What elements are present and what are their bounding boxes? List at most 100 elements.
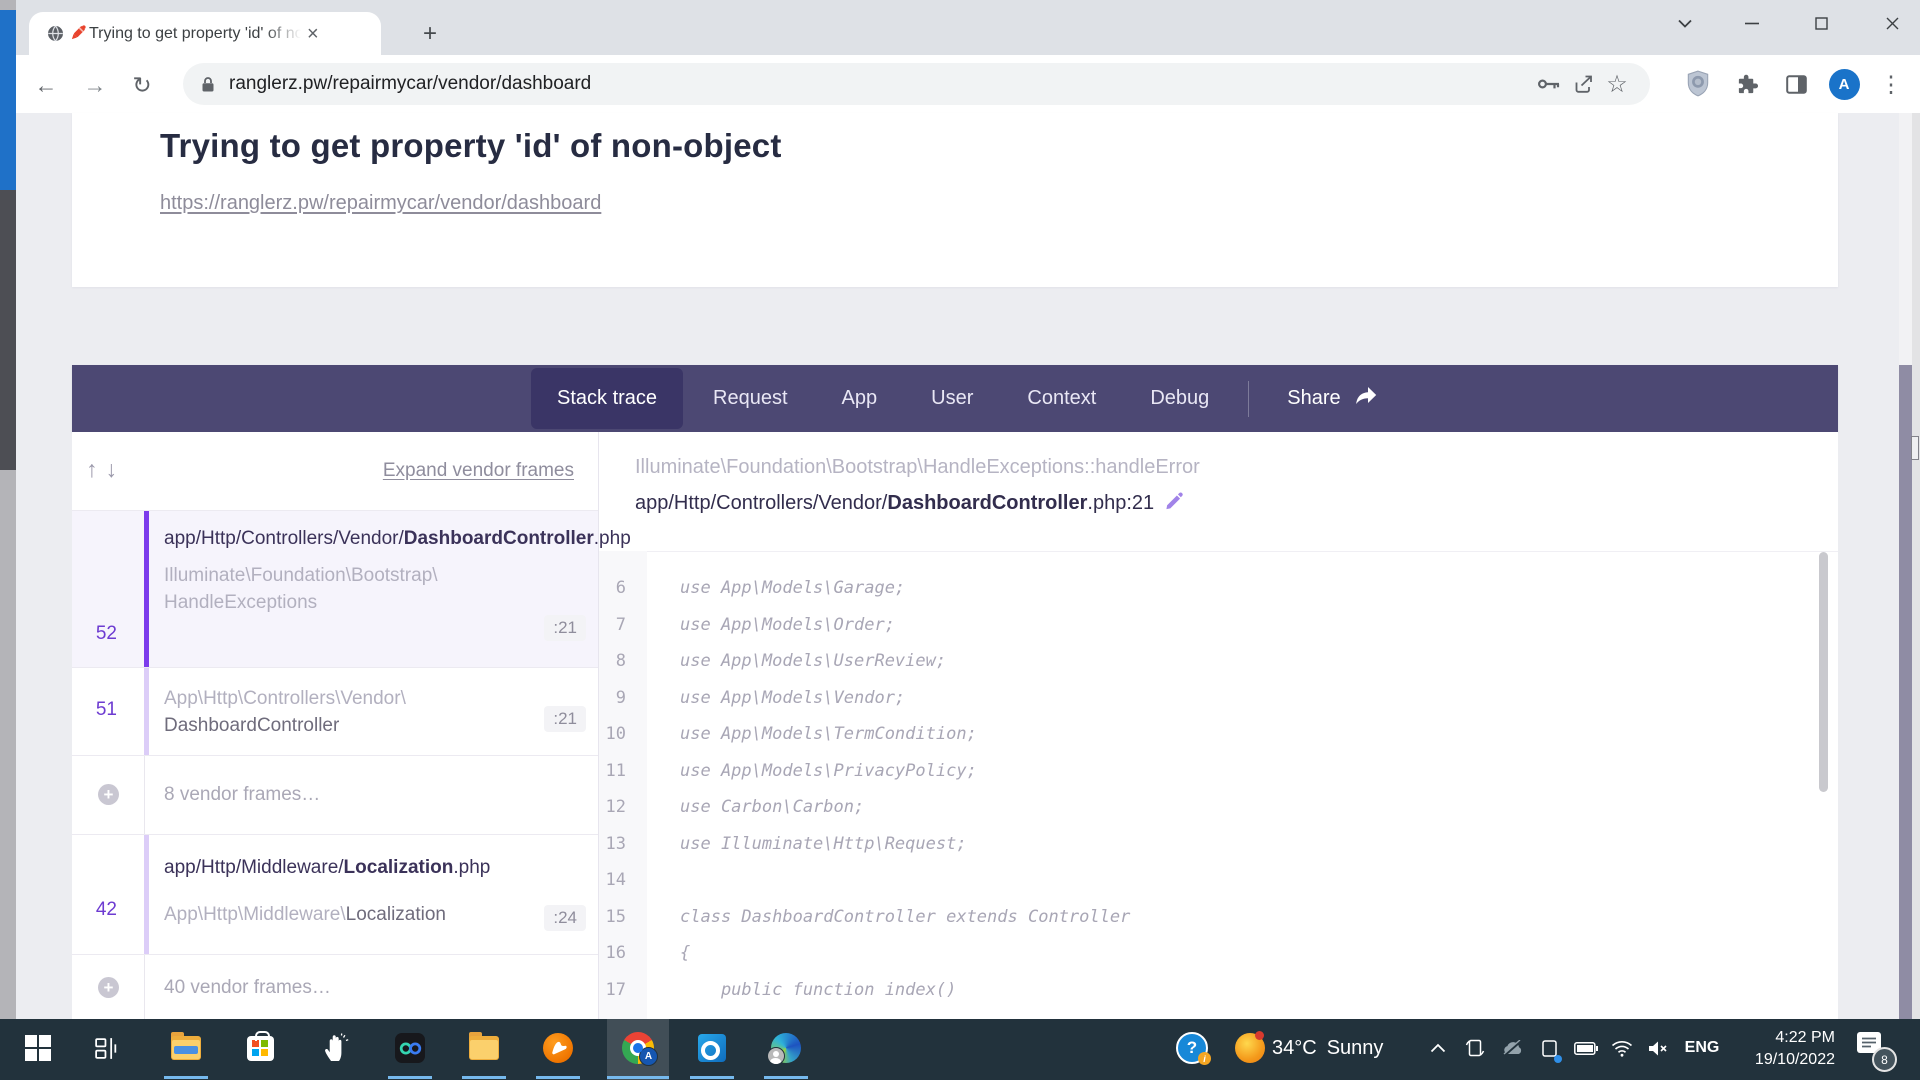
page-scrollbar-thumb[interactable]: [1899, 365, 1912, 1019]
code-line: 10use App\Models\TermCondition;: [599, 716, 1838, 753]
frame-row-52[interactable]: 52 app/Http/Controllers/Vendor/Dashboard…: [72, 511, 598, 668]
tray-chevron-icon[interactable]: [1422, 1019, 1454, 1077]
frame-row-42[interactable]: 42 app/Http/Middleware/Localization.php …: [72, 835, 598, 955]
code-lines: 6use App\Models\Garage; 7use App\Models\…: [599, 570, 1838, 1008]
expand-plus-icon[interactable]: +: [98, 784, 119, 805]
shield-extension-icon[interactable]: [1681, 67, 1715, 101]
error-url-link[interactable]: https://ranglerz.pw/repairmycar/vendor/d…: [160, 192, 601, 215]
tab-search-chevron-icon[interactable]: [1665, 6, 1705, 40]
background-window-blue-edge: [0, 10, 16, 190]
code-line: 12use Carbon\Carbon;: [599, 789, 1838, 826]
wifi-icon[interactable]: [1606, 1019, 1638, 1077]
background-window-dark-edge: [0, 190, 16, 470]
browser-toolbar: ← → ↻ ranglerz.pw/repairmycar/vendor/das…: [16, 55, 1920, 113]
column-divider: [144, 756, 145, 834]
frame-row-51[interactable]: 51 App\Http\Controllers\Vendor\Dashboard…: [72, 668, 598, 756]
tab-debug[interactable]: Debug: [1150, 387, 1209, 410]
frame-method: App\Http\Controllers\Vendor\DashboardCon…: [164, 685, 598, 739]
profile-avatar[interactable]: A: [1827, 67, 1861, 101]
share-button[interactable]: Share: [1287, 385, 1378, 413]
expand-vendor-frames-link[interactable]: Expand vendor frames: [383, 460, 574, 482]
crayon-icon: [65, 23, 89, 45]
side-panel-icon[interactable]: [1779, 67, 1813, 101]
weather-text[interactable]: 34°C Sunny: [1272, 1019, 1422, 1077]
code-line: 15class DashboardController extends Cont…: [599, 899, 1838, 936]
url-text[interactable]: ranglerz.pw/repairmycar/vendor/dashboard: [229, 73, 1532, 95]
bookmark-star-icon[interactable]: ☆: [1600, 67, 1634, 101]
code-header-path: app/Http/Controllers/Vendor/DashboardCon…: [635, 490, 1185, 517]
code-scrollbar[interactable]: [1819, 552, 1828, 792]
tab-request[interactable]: Request: [713, 387, 788, 410]
address-bar[interactable]: ranglerz.pw/repairmycar/vendor/dashboard…: [183, 63, 1650, 105]
back-icon[interactable]: ←: [30, 69, 62, 101]
tab-user[interactable]: User: [931, 387, 973, 410]
running-indicator: [536, 1076, 580, 1079]
globe-favicon: [45, 24, 65, 44]
code-line: 6use App\Models\Garage;: [599, 570, 1838, 607]
avast-icon[interactable]: [536, 1019, 580, 1077]
task-view-icon[interactable]: [84, 1019, 128, 1077]
webex-icon[interactable]: [388, 1019, 432, 1077]
battery-icon[interactable]: [1570, 1019, 1602, 1077]
chrome-profile-badge: A: [639, 1047, 658, 1066]
error-header-card: Trying to get property 'id' of non-objec…: [72, 113, 1838, 287]
new-tab-button[interactable]: +: [414, 18, 446, 50]
reload-icon[interactable]: ↻: [126, 69, 158, 101]
tab-title: Trying to get property 'id' of non-objec…: [89, 25, 301, 43]
chrome-taskbar-active[interactable]: A: [607, 1019, 669, 1080]
password-key-icon[interactable]: [1532, 67, 1566, 101]
running-indicator: [462, 1076, 506, 1079]
tab-app[interactable]: App: [842, 387, 878, 410]
volume-muted-icon[interactable]: [1641, 1019, 1675, 1077]
touch-hand-icon[interactable]: [312, 1019, 358, 1077]
share-arrow-icon: [1353, 385, 1379, 413]
window-close-button[interactable]: [1872, 6, 1912, 40]
folder-app-icon[interactable]: [462, 1019, 506, 1077]
microsoft-store-icon[interactable]: [238, 1019, 282, 1077]
help-icon[interactable]: ?i: [1172, 1019, 1212, 1077]
code-header: Illuminate\Foundation\Bootstrap\HandleEx…: [599, 432, 1838, 552]
code-line: 13use Illuminate\Http\Request;: [599, 826, 1838, 863]
share-icon[interactable]: [1566, 67, 1600, 101]
browser-tab-strip: Trying to get property 'id' of non-objec…: [16, 0, 1920, 55]
start-button[interactable]: [16, 1019, 60, 1077]
vendor-frames-row[interactable]: + 40 vendor frames…: [72, 955, 598, 1020]
tab-context[interactable]: Context: [1027, 387, 1096, 410]
running-indicator: [164, 1076, 208, 1079]
lock-icon[interactable]: [199, 67, 217, 101]
frame-down-icon[interactable]: ↓: [106, 456, 126, 482]
rotation-lock-icon[interactable]: [1459, 1019, 1491, 1077]
browser-tab[interactable]: Trying to get property 'id' of non-objec…: [29, 12, 381, 55]
notification-center-icon[interactable]: 8: [1856, 1031, 1882, 1061]
stack-trace-panel: ↑↓ Expand vendor frames 52 app/Http/Cont…: [72, 432, 1838, 1019]
window-minimize-button[interactable]: [1732, 6, 1772, 40]
frame-line-badge: :21: [544, 706, 586, 732]
frame-accent: [144, 668, 149, 755]
onedrive-offline-icon[interactable]: [1497, 1019, 1529, 1077]
forward-icon[interactable]: →: [79, 69, 111, 101]
code-line: 7use App\Models\Order;: [599, 607, 1838, 644]
expand-plus-icon[interactable]: +: [98, 977, 119, 998]
code-line: 9use App\Models\Vendor;: [599, 680, 1838, 717]
extensions-puzzle-icon[interactable]: [1730, 67, 1764, 101]
frame-number: 51: [72, 699, 117, 721]
code-line: 16{: [599, 935, 1838, 972]
taskbar: A ?i 34°C Sunny: [0, 1019, 1920, 1080]
vendor-frames-row[interactable]: + 8 vendor frames…: [72, 756, 598, 835]
frame-up-icon[interactable]: ↑: [86, 456, 106, 482]
weather-sun-icon[interactable]: [1230, 1019, 1270, 1077]
outlook-icon[interactable]: [690, 1019, 734, 1077]
edit-pencil-icon[interactable]: [1164, 490, 1185, 517]
column-divider: [144, 955, 145, 1020]
edge-icon[interactable]: [764, 1019, 808, 1077]
frame-line-badge: :21: [544, 615, 586, 641]
clock[interactable]: 4:22 PM 19/10/2022: [1735, 1027, 1835, 1071]
file-explorer-icon[interactable]: [164, 1019, 208, 1077]
kebab-menu-icon[interactable]: ⋮: [1874, 67, 1908, 101]
your-phone-icon[interactable]: [1533, 1019, 1565, 1077]
code-column: Illuminate\Foundation\Bootstrap\HandleEx…: [599, 432, 1838, 1019]
tab-stack-trace[interactable]: Stack trace: [531, 368, 683, 429]
window-maximize-button[interactable]: [1801, 6, 1841, 40]
language-indicator[interactable]: ENG: [1680, 1019, 1724, 1077]
tab-close-icon[interactable]: ×: [307, 24, 319, 44]
